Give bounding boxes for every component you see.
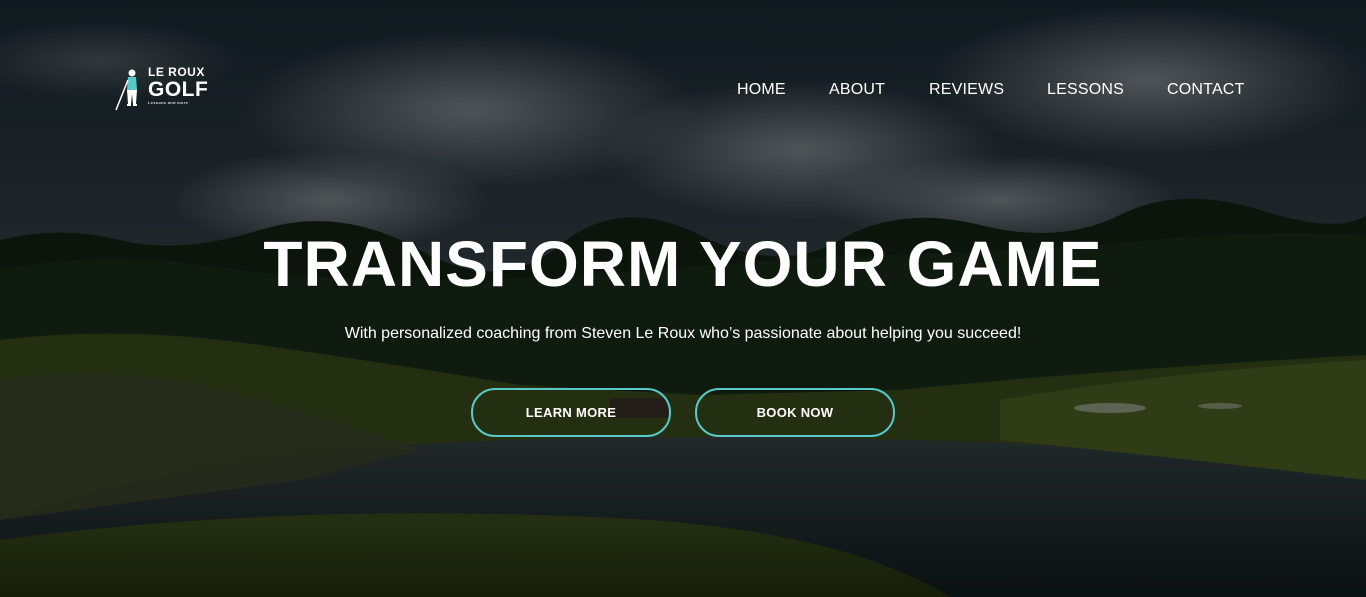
brand-tagline: Lessons and more	[148, 100, 189, 105]
learn-more-button[interactable]: LEARN MORE	[471, 388, 671, 437]
nav-lessons[interactable]: LESSONS	[1047, 81, 1124, 99]
hero-section: LE ROUX GOLF Lessons and more HOME ABOUT…	[0, 0, 1366, 597]
hero-title: TRANSFORM YOUR GAME	[263, 228, 1103, 300]
nav-home[interactable]: HOME	[737, 81, 786, 99]
brand-wordmark: LE ROUX GOLF Lessons and more	[148, 66, 208, 105]
hero-subtitle: With personalized coaching from Steven L…	[344, 325, 1022, 342]
book-now-button[interactable]: BOOK NOW	[695, 388, 895, 437]
nav-contact[interactable]: CONTACT	[1167, 81, 1245, 99]
brand-line2: GOLF	[148, 78, 209, 101]
golfer-icon	[115, 69, 137, 111]
nav-about[interactable]: ABOUT	[829, 81, 885, 99]
brand-line1: LE ROUX	[148, 65, 205, 79]
brand-logo[interactable]: LE ROUX GOLF Lessons and more	[112, 66, 212, 116]
nav-reviews[interactable]: REVIEWS	[929, 81, 1004, 99]
